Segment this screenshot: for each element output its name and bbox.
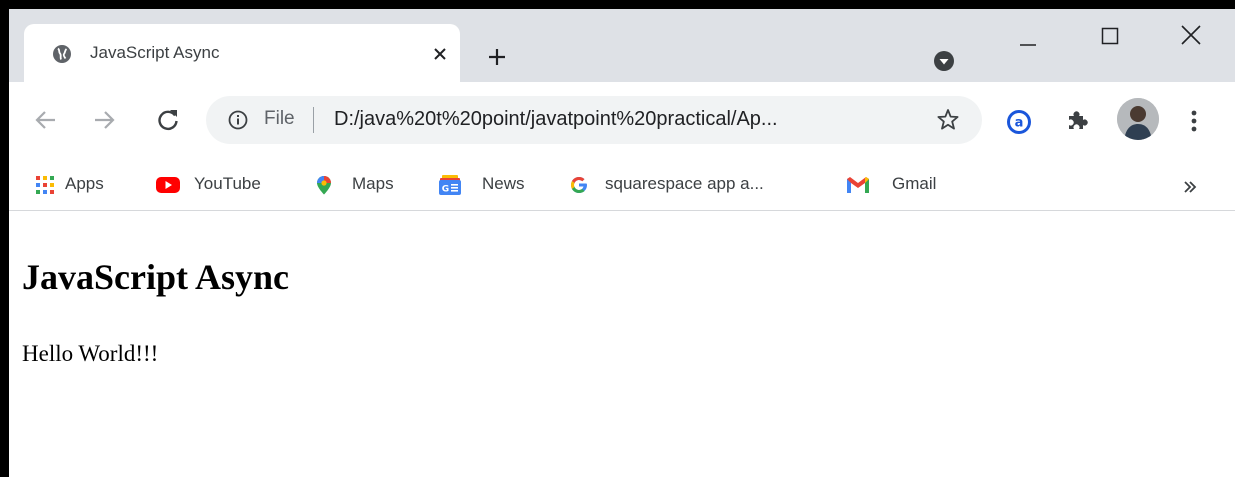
tab-javascript-async[interactable]: JavaScript Async	[24, 24, 460, 82]
toolbar: File D:/java%20t%20point/javatpoint%20pr…	[9, 82, 1235, 161]
bookmark-label: News	[482, 174, 525, 193]
double-chevron-right-icon[interactable]	[1182, 179, 1198, 195]
star-icon[interactable]	[935, 107, 961, 133]
svg-text:a: a	[1015, 116, 1024, 131]
a-circle-icon[interactable]: a	[1006, 109, 1032, 135]
gmail-icon	[847, 177, 869, 193]
omnibox-divider	[313, 107, 314, 133]
arrow-right-icon[interactable]	[91, 107, 117, 133]
minimize-icon[interactable]	[1018, 35, 1038, 55]
url-text[interactable]: D:/java%20t%20point/javatpoint%20practic…	[334, 108, 778, 131]
info-icon[interactable]	[228, 110, 248, 130]
bookmark-label: YouTube	[194, 174, 261, 193]
globe-icon	[53, 45, 71, 63]
reload-icon[interactable]	[155, 107, 181, 133]
tab-title: JavaScript Async	[90, 43, 220, 62]
close-icon[interactable]	[1180, 24, 1202, 46]
scheme-label: File	[264, 108, 295, 129]
close-icon[interactable]	[432, 46, 448, 62]
bookmark-label: squarespace app a...	[605, 174, 764, 193]
apps-grid-icon	[36, 176, 54, 194]
page-text: Hello World!!!	[22, 341, 159, 366]
bookmark-news[interactable]: G News	[434, 159, 540, 209]
map-pin-icon	[317, 176, 331, 195]
bookmark-label: Apps	[65, 174, 104, 193]
svg-text:G: G	[442, 185, 449, 195]
maximize-icon[interactable]	[1100, 26, 1120, 46]
youtube-icon	[156, 177, 180, 193]
google-g-icon	[571, 177, 587, 193]
vertical-dots-icon[interactable]	[1185, 108, 1203, 134]
avatar[interactable]	[1117, 98, 1159, 140]
profile-avatar-icon	[1117, 98, 1159, 140]
browser-window: JavaScript Async File D:/java%20t%20poin…	[9, 9, 1235, 477]
bookmark-squarespace[interactable]: squarespace app a...	[565, 159, 811, 209]
bookmark-youtube[interactable]: YouTube	[152, 159, 284, 209]
google-news-icon: G	[439, 175, 461, 195]
bookmark-maps[interactable]: Maps	[310, 159, 412, 209]
bookmark-apps[interactable]: Apps	[31, 159, 137, 209]
arrow-left-icon[interactable]	[33, 107, 59, 133]
puzzle-icon[interactable]	[1064, 108, 1090, 134]
plus-icon[interactable]	[487, 47, 507, 67]
page-content: JavaScript Async Hello World!!!	[9, 212, 1235, 477]
page-heading: JavaScript Async	[22, 257, 290, 297]
chevron-down-circle-icon[interactable]	[933, 50, 955, 72]
bookmarks-bar: Apps YouTube Maps G News squarespace app…	[9, 159, 1235, 211]
address-bar[interactable]: File D:/java%20t%20point/javatpoint%20pr…	[206, 96, 982, 144]
bookmark-label: Maps	[352, 174, 394, 193]
tab-strip: JavaScript Async	[9, 9, 1235, 82]
bookmark-gmail[interactable]: Gmail	[842, 159, 954, 209]
bookmark-label: Gmail	[892, 174, 937, 193]
